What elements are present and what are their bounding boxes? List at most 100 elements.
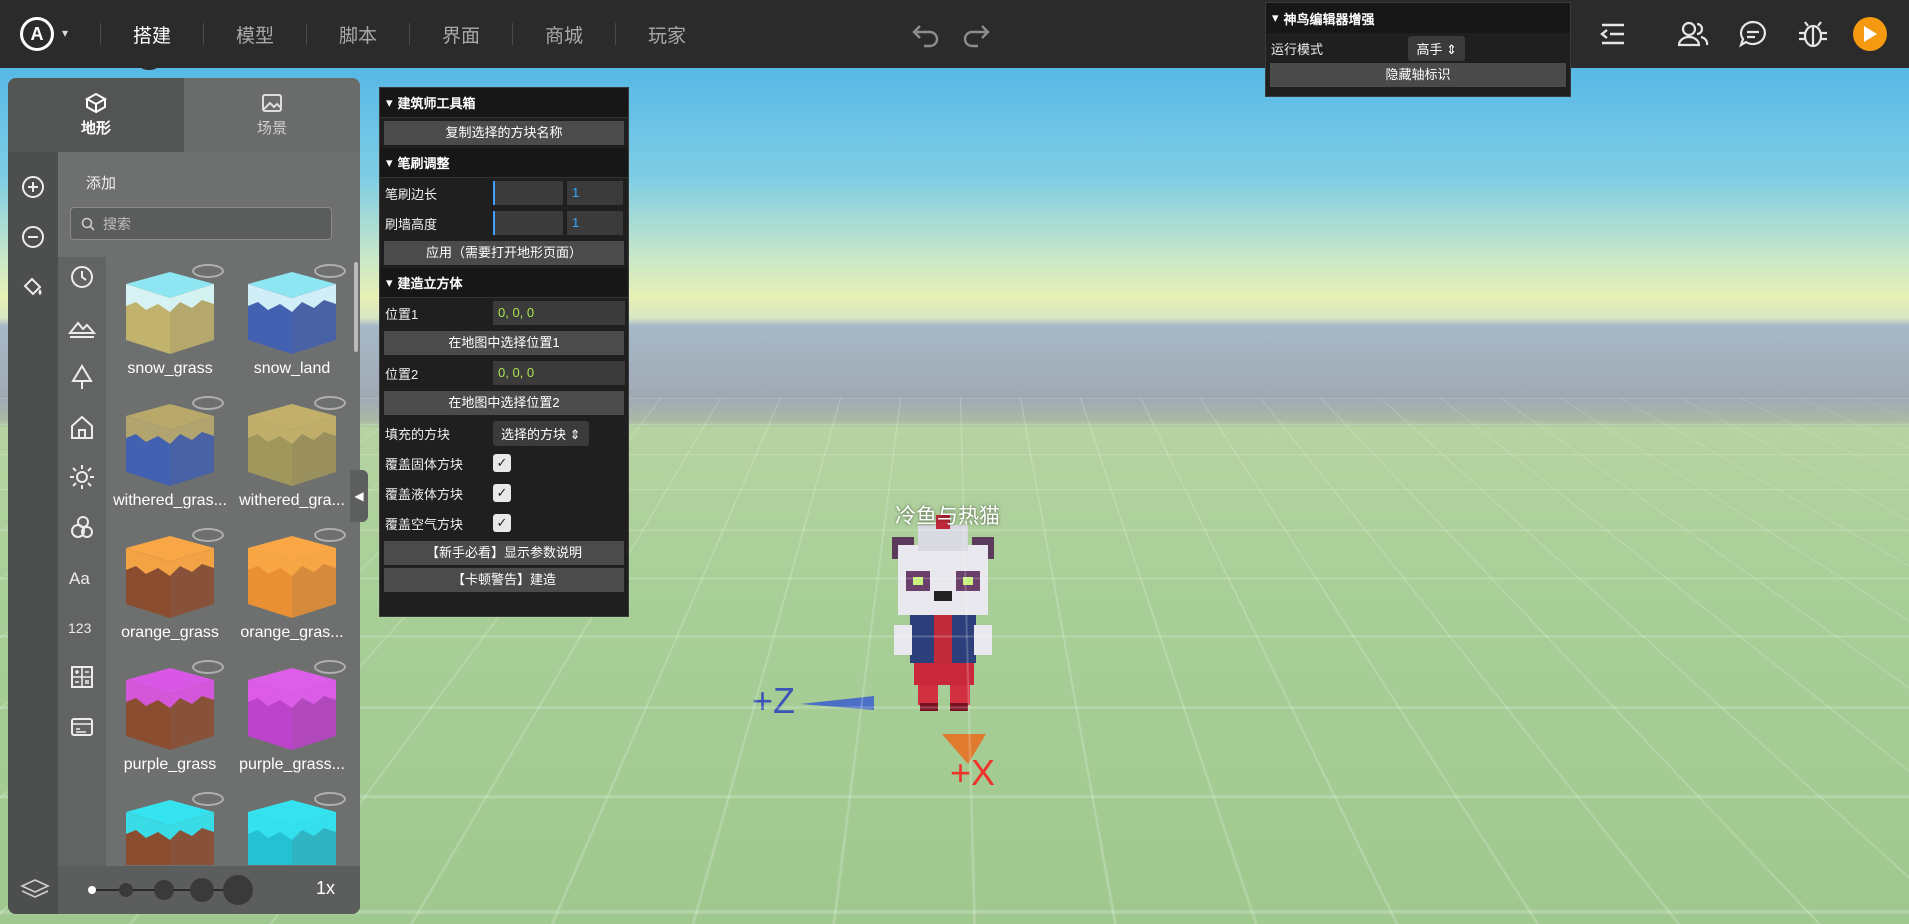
axis-x-label: +X [950,752,996,793]
add-circle-icon[interactable] [20,174,46,200]
tab-terrain[interactable]: 地形 [8,78,184,152]
run-mode-select[interactable]: 高手 ⇕ [1408,35,1465,61]
brush-size-label: 笔刷边长 [385,186,438,202]
block-item[interactable]: withered_gras... [110,392,230,524]
cover-liquid-checkbox[interactable]: ✓ [493,484,511,502]
block-item[interactable]: snow_grass [110,260,230,392]
fill-block-label: 填充的方块 [385,426,451,442]
chevron-down-icon: ▾ [386,94,393,110]
block-item[interactable] [232,788,350,865]
brush-height-value[interactable]: 1 [567,211,623,235]
app-logo[interactable]: A [20,17,54,51]
nav-tab-ui[interactable]: 界面 [410,21,512,48]
bug-icon[interactable] [1796,17,1830,51]
nav-tab-script[interactable]: 脚本 [307,21,409,48]
pick-position2-button[interactable]: 在地图中选择位置2 [384,391,624,415]
block-thumbnail [126,668,214,750]
users-icon[interactable] [1676,17,1710,51]
zoom-level[interactable]: 1x [316,878,335,899]
brush-section-header[interactable]: ▾ 笔刷调整 [380,148,628,178]
nav-tab-store[interactable]: 商城 [513,21,615,48]
enhancer-header[interactable]: ▾ 神鸟编辑器增强 [1266,3,1570,33]
run-mode-row: 运行模式 高手 ⇕ [1266,33,1570,63]
collapse-panel-button[interactable]: ◀ [350,470,368,522]
block-item[interactable]: purple_grass [110,656,230,788]
tree-icon[interactable] [68,363,96,391]
axis-z-label: +Z [752,680,796,721]
card-icon[interactable] [68,713,96,741]
block-label: orange_gras... [240,624,344,641]
brush-size-slider[interactable] [78,872,258,908]
number-icon[interactable]: 123 [68,613,96,641]
brush-size-slider-input[interactable] [493,181,563,205]
search-placeholder: 搜索 [103,215,131,232]
apply-button[interactable]: 应用（需要打开地形页面） [384,241,624,265]
history-icon[interactable] [68,263,96,291]
terrain-icon[interactable] [68,313,96,341]
play-button[interactable] [1853,17,1887,51]
builder-toolbox-panel: ▾ 建筑师工具箱 复制选择的方块名称 ▾ 笔刷调整 笔刷边长 1 刷墙高度 1 应用… [379,87,629,617]
nav-tab-players[interactable]: 玩家 [616,21,718,48]
run-mode-value: 高手 [1416,41,1443,57]
block-item[interactable] [110,788,230,865]
enhancer-title: 神鸟编辑器增强 [1283,11,1375,27]
block-grid: snow_grass snow_land withered_gras... wi… [110,260,350,865]
redo-icon[interactable] [960,18,992,50]
cube-section-header[interactable]: ▾ 建造立方体 [380,268,628,298]
nav-tab-build[interactable]: 搭建 [101,21,203,48]
cover-air-checkbox[interactable]: ✓ [493,514,511,532]
brush-height-row: 刷墙高度 1 [380,208,628,238]
block-ring-indicator [314,396,346,410]
block-ring-indicator [192,792,224,806]
text-icon[interactable]: Aa [68,563,96,591]
editor-enhancer-panel: ▾ 神鸟编辑器增强 运行模式 高手 ⇕ 隐藏轴标识 [1265,2,1571,97]
build-button[interactable]: 【卡顿警告】建造 [384,568,624,592]
scrollbar[interactable] [354,262,358,352]
block-item[interactable]: purple_grass... [232,656,350,788]
toolbox-header[interactable]: ▾ 建筑师工具箱 [380,88,628,118]
brush-size-value[interactable]: 1 [567,181,623,205]
main-nav: 搭建 模型 脚本 界面 商城 玩家 [100,0,718,68]
block-thumbnail [126,272,214,354]
paint-bucket-icon[interactable] [20,274,46,300]
block-item[interactable]: orange_grass [110,524,230,656]
remove-circle-icon[interactable] [20,224,46,250]
chat-icon[interactable] [1736,17,1770,51]
cover-solid-checkbox[interactable]: ✓ [493,454,511,472]
search-input[interactable]: 搜索 [70,207,332,240]
calculator-icon[interactable] [68,663,96,691]
tab-scene[interactable]: 场景 [184,78,360,152]
cover-liquid-label: 覆盖液体方块 [385,486,464,502]
layers-icon[interactable] [20,878,50,900]
brush-section-title: 笔刷调整 [397,156,450,171]
position2-input[interactable]: 0, 0, 0 [493,361,625,385]
light-icon[interactable] [68,463,96,491]
brush-size-bar: 1x [20,866,360,914]
fill-block-select[interactable]: 选择的方块 ⇕ [493,420,589,446]
block-ring-indicator [192,528,224,542]
brush-height-slider-input[interactable] [493,211,563,235]
category-rail: Aa 123 [58,257,106,867]
toolbox-title: 建筑师工具箱 [397,96,476,111]
chevron-left-icon: ◀ [354,489,364,503]
cube-icon [85,92,107,113]
block-thumbnail [248,536,336,618]
undo-icon[interactable] [910,18,942,50]
block-item[interactable]: orange_gras... [232,524,350,656]
position1-row: 位置1 0, 0, 0 [380,298,628,328]
house-icon[interactable] [68,413,96,441]
block-item[interactable]: snow_land [232,260,350,392]
block-thumbnail [248,668,336,750]
outline-collapse-icon[interactable] [1596,17,1630,51]
particles-icon[interactable] [68,513,96,541]
pick-position1-button[interactable]: 在地图中选择位置1 [384,331,624,355]
copy-block-name-button[interactable]: 复制选择的方块名称 [384,121,624,145]
block-item[interactable]: withered_gra... [232,392,350,524]
position1-input[interactable]: 0, 0, 0 [493,301,625,325]
chevron-down-icon[interactable]: ▾ [62,26,68,40]
cube-section-title: 建造立方体 [397,276,463,291]
block-ring-indicator [192,264,224,278]
help-button[interactable]: 【新手必看】显示参数说明 [384,541,624,565]
hide-axis-button[interactable]: 隐藏轴标识 [1270,63,1566,87]
nav-tab-model[interactable]: 模型 [204,21,306,48]
